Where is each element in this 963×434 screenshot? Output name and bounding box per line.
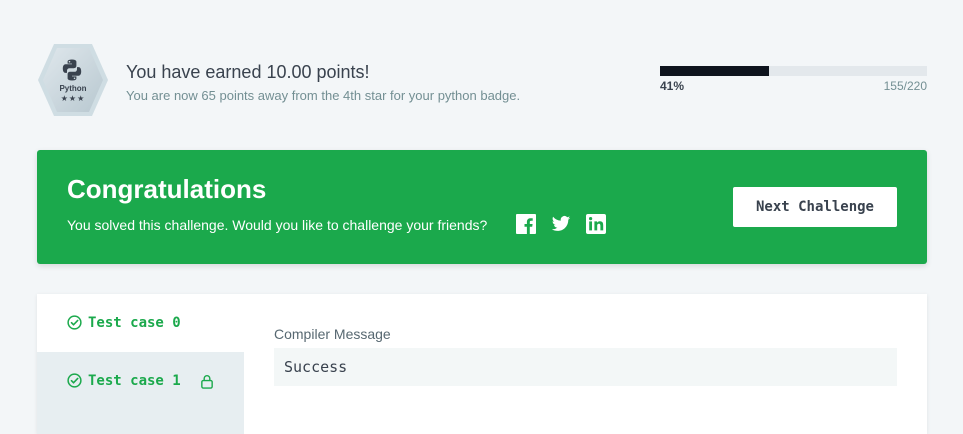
check-circle-icon [67, 315, 82, 330]
earned-points-subtitle: You are now 65 points away from the 4th … [126, 88, 521, 103]
badge-progress-fill [660, 66, 770, 76]
congratulations-subtitle: You solved this challenge. Would you lik… [67, 217, 488, 233]
linkedin-icon[interactable] [586, 214, 606, 234]
next-challenge-button[interactable]: Next Challenge [733, 187, 897, 227]
python-logo-icon [62, 59, 82, 81]
congratulations-title: Congratulations [67, 174, 267, 204]
compiler-message-text: Success [284, 358, 348, 376]
python-badge[interactable]: Python ★★★ [36, 42, 110, 118]
lock-icon [201, 375, 213, 389]
tab-label: Test case 1 [88, 373, 181, 389]
twitter-icon[interactable] [551, 214, 571, 234]
check-circle-icon [67, 373, 82, 388]
tab-test-case-0[interactable]: Test case 0 [37, 294, 244, 352]
badge-label: Python [59, 84, 87, 93]
test-results-panel: Test case 0 Test case 1 Compiler Message… [37, 294, 927, 434]
tab-test-case-1[interactable]: Test case 1 [37, 352, 244, 410]
badge-row: Python ★★★ You have earned 10.00 points!… [36, 42, 927, 120]
facebook-icon[interactable] [516, 214, 536, 234]
tab-label: Test case 0 [88, 315, 181, 331]
earned-points-title: You have earned 10.00 points! [126, 62, 370, 82]
progress-percent: 41% [660, 79, 685, 93]
badge-stars: ★★★ [60, 94, 86, 103]
congratulations-banner: Congratulations You solved this challeng… [37, 150, 927, 264]
progress-count: 155/220 [883, 79, 927, 93]
compiler-message-label: Compiler Message [274, 326, 391, 342]
test-case-tabs: Test case 0 Test case 1 [37, 294, 244, 434]
badge-progress-bar [660, 66, 927, 76]
compiler-message-box: Success [274, 348, 897, 386]
